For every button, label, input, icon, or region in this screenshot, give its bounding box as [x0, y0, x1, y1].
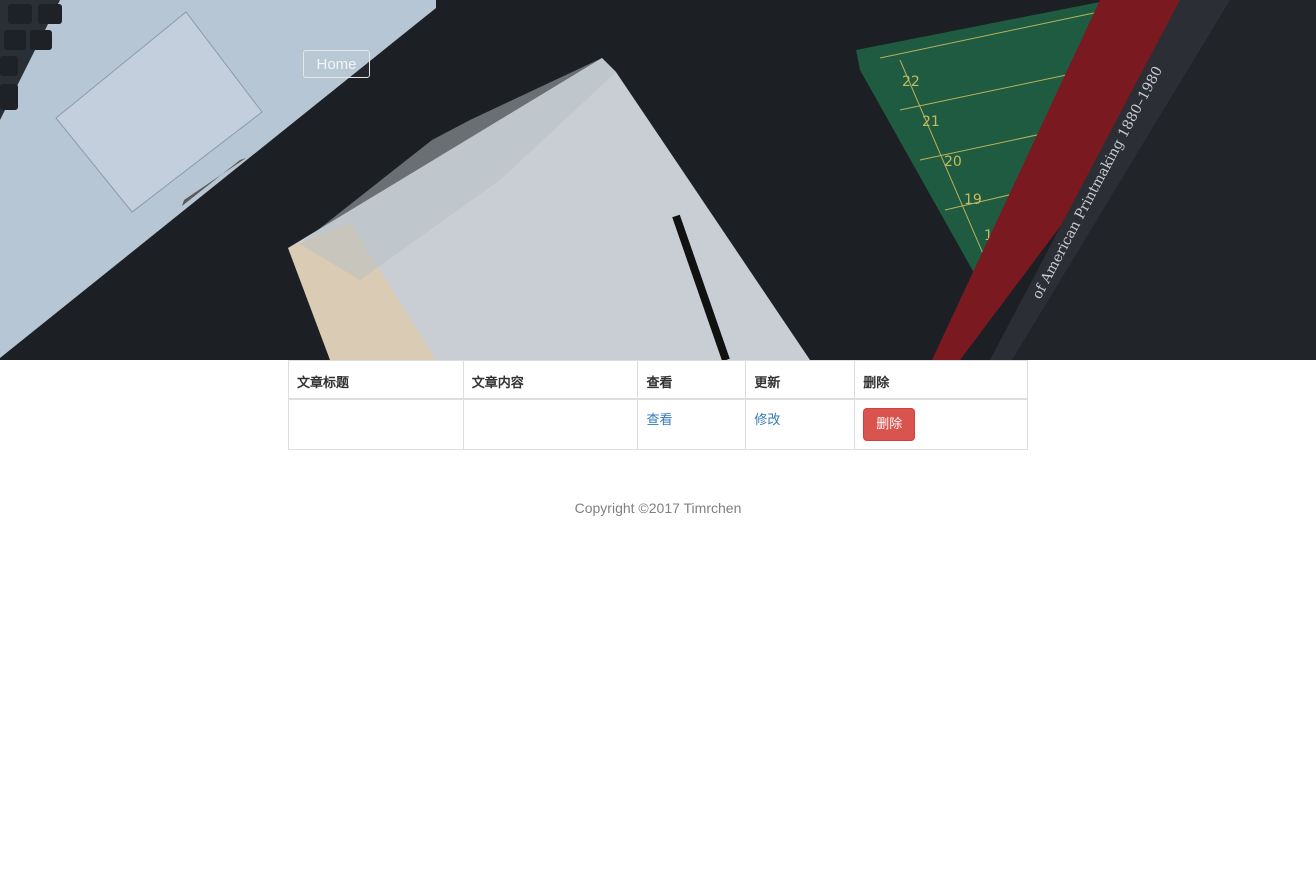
svg-text:20: 20 [944, 154, 962, 170]
svg-text:19: 19 [964, 192, 982, 208]
article-content-cell [462, 398, 639, 450]
hero-banner: 22 21 20 19 18 of American Printmaking 1… [0, 0, 1316, 360]
edit-link[interactable]: 修改 [754, 413, 780, 428]
view-link[interactable]: 查看 [646, 413, 672, 428]
svg-text:22: 22 [902, 74, 920, 90]
delete-button[interactable]: 删除 [863, 407, 916, 441]
articles-table: 文章标题 文章内容 查看 更新 删除 查看 修改 删除 [288, 360, 1028, 450]
footer-copyright: Copyright ©2017 Timrchen [574, 500, 742, 516]
column-header-update: 更新 [745, 360, 856, 400]
article-title-cell [288, 398, 464, 450]
edit-cell: 修改 [745, 398, 856, 450]
articles-table-container: 文章标题 文章内容 查看 更新 删除 查看 修改 删除 [288, 360, 1028, 450]
home-button[interactable]: Home [303, 50, 370, 78]
table-row: 查看 修改 删除 [288, 398, 1028, 450]
delete-cell: 删除 [854, 398, 1028, 450]
table-header-row: 文章标题 文章内容 查看 更新 删除 [288, 360, 1028, 400]
svg-text:21: 21 [922, 114, 940, 130]
hero-photo: 22 21 20 19 18 of American Printmaking 1… [0, 0, 1316, 360]
column-header-content: 文章内容 [462, 360, 639, 400]
view-cell: 查看 [637, 398, 747, 450]
column-header-view: 查看 [637, 360, 747, 400]
column-header-delete: 删除 [854, 360, 1028, 400]
column-header-title: 文章标题 [288, 360, 464, 400]
